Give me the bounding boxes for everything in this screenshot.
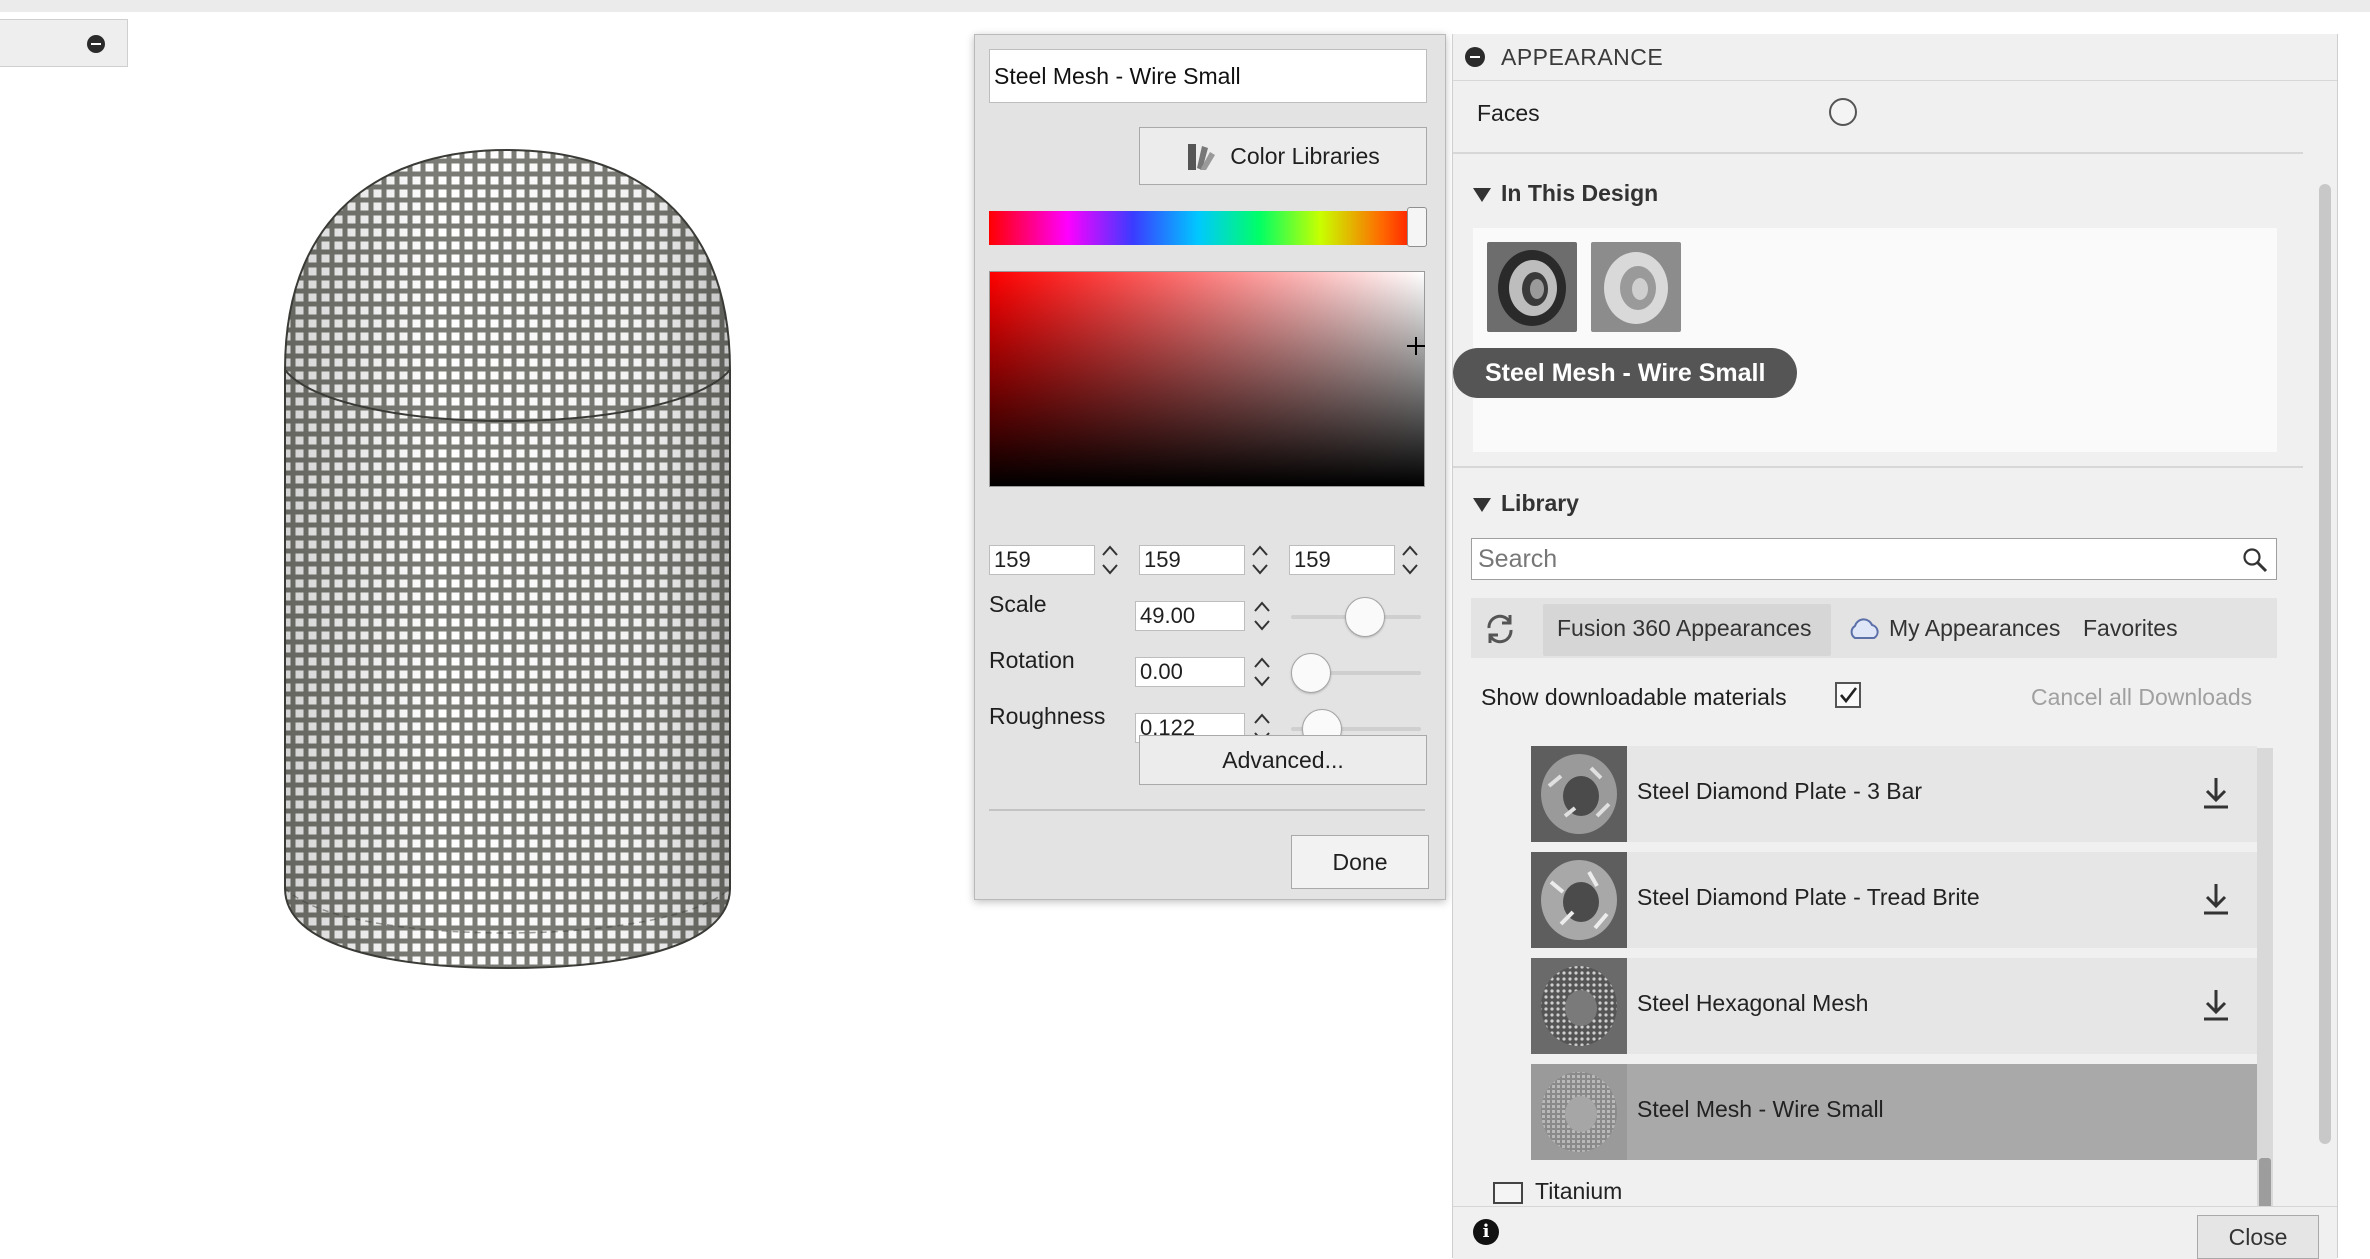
blue-spinner-icon[interactable] [1399,541,1421,579]
red-input[interactable]: 159 [989,545,1095,575]
green-spinner-icon[interactable] [1249,541,1271,579]
scale-spinner-icon[interactable] [1251,597,1273,635]
material-name-field[interactable]: Steel Mesh - Wire Small [989,49,1427,103]
minus-circle-icon[interactable] [1465,47,1485,67]
red-spinner-icon[interactable] [1099,541,1121,579]
color-picker-dialog: Steel Mesh - Wire Small Color Libraries … [974,34,1446,900]
material-name: Steel Diamond Plate - 3 Bar [1637,778,1923,804]
triangle-down-icon[interactable] [1473,188,1491,202]
divider [989,809,1425,811]
divider [1453,466,2303,468]
list-scrollbar-thumb[interactable] [2259,1158,2271,1210]
appearance-panel: APPEARANCE Faces In This Design Steel Me… [1452,34,2338,1259]
rotation-slider-knob[interactable] [1291,653,1331,693]
blue-input[interactable]: 159 [1289,545,1395,575]
cloud-icon [1850,618,1879,639]
hue-slider-handle[interactable] [1407,207,1427,247]
search-placeholder: Search [1478,545,1558,573]
material-name: Steel Mesh - Wire Small [1637,1096,1884,1122]
search-input[interactable]: Search [1471,538,2277,580]
design-appearance-thumbnail[interactable] [1591,242,1681,332]
panel-header: APPEARANCE [1453,34,2337,81]
show-downloadable-label: Show downloadable materials [1481,684,1787,710]
browser-collapse-tab[interactable] [0,19,128,67]
model-capsule-mesh[interactable] [280,148,735,973]
close-button[interactable]: Close [2197,1215,2319,1259]
material-thumbnail [1531,746,1627,842]
library-title[interactable]: Library [1501,490,1579,517]
appearance-tooltip: Steel Mesh - Wire Small [1453,348,1798,398]
green-input[interactable]: 159 [1139,545,1245,575]
in-this-design-title[interactable]: In This Design [1501,180,1658,207]
saturation-value-field[interactable] [989,271,1425,487]
scale-input[interactable]: 49.00 [1135,601,1245,631]
library-tabs: Fusion 360 Appearances My Appearances Fa… [1471,598,2277,658]
material-thumbnail [1531,958,1627,1054]
download-icon[interactable] [2201,882,2231,916]
color-libraries-label: Color Libraries [1230,142,1380,169]
rotation-label: Rotation [989,647,1075,673]
scale-slider-knob[interactable] [1345,597,1385,637]
download-icon[interactable] [2201,988,2231,1022]
rotation-spinner-icon[interactable] [1251,653,1273,691]
done-button[interactable]: Done [1291,835,1429,889]
checkmark-icon [1840,687,1858,704]
panel-scrollbar[interactable] [2319,184,2331,1144]
hue-slider[interactable] [989,211,1425,245]
color-libraries-button[interactable]: Color Libraries [1139,127,1427,185]
material-thumbnail [1531,1064,1627,1160]
faces-radio[interactable] [1829,98,1857,126]
magnifier-icon[interactable] [2242,547,2268,573]
cancel-all-downloads-link[interactable]: Cancel all Downloads [2031,684,2252,711]
panel-footer: i Close [1453,1206,2337,1259]
divider [1453,152,2303,154]
material-name: Steel Diamond Plate - Tread Brite [1637,884,1980,910]
info-icon[interactable]: i [1473,1219,1499,1245]
material-name: Steel Hexagonal Mesh [1637,990,1869,1016]
faces-label: Faces [1477,100,1540,126]
advanced-button[interactable]: Advanced... [1139,735,1427,785]
material-thumbnail [1531,852,1627,948]
download-icon[interactable] [2201,776,2231,810]
list-item-selected[interactable]: Steel Mesh - Wire Small [1531,1064,2257,1160]
scale-label: Scale [989,591,1047,617]
show-downloadable-checkbox[interactable] [1835,682,1861,708]
roughness-label: Roughness [989,703,1106,729]
folder-label: Titanium [1535,1178,1623,1204]
triangle-down-icon[interactable] [1473,498,1491,512]
design-appearance-thumbnail[interactable] [1487,242,1577,332]
list-scrollbar[interactable] [2257,748,2273,1210]
folder-icon [1493,1182,1523,1204]
list-item[interactable]: Steel Diamond Plate - Tread Brite [1531,852,2257,948]
refresh-icon[interactable] [1483,612,1517,646]
crosshair-icon[interactable] [1407,337,1425,355]
rotation-input[interactable]: 0.00 [1135,657,1245,687]
list-item[interactable]: Steel Hexagonal Mesh [1531,958,2257,1054]
panel-title: APPEARANCE [1501,44,1664,70]
list-item[interactable]: Steel Diamond Plate - 3 Bar [1531,746,2257,842]
tab-fusion-360-appearances[interactable]: Fusion 360 Appearances [1557,598,1811,658]
collapse-icon[interactable] [87,35,105,53]
color-swatch-book-icon [1188,144,1216,170]
tab-favorites[interactable]: Favorites [2083,598,2178,658]
tab-my-appearances[interactable]: My Appearances [1889,598,2060,658]
top-bar [0,0,2370,12]
